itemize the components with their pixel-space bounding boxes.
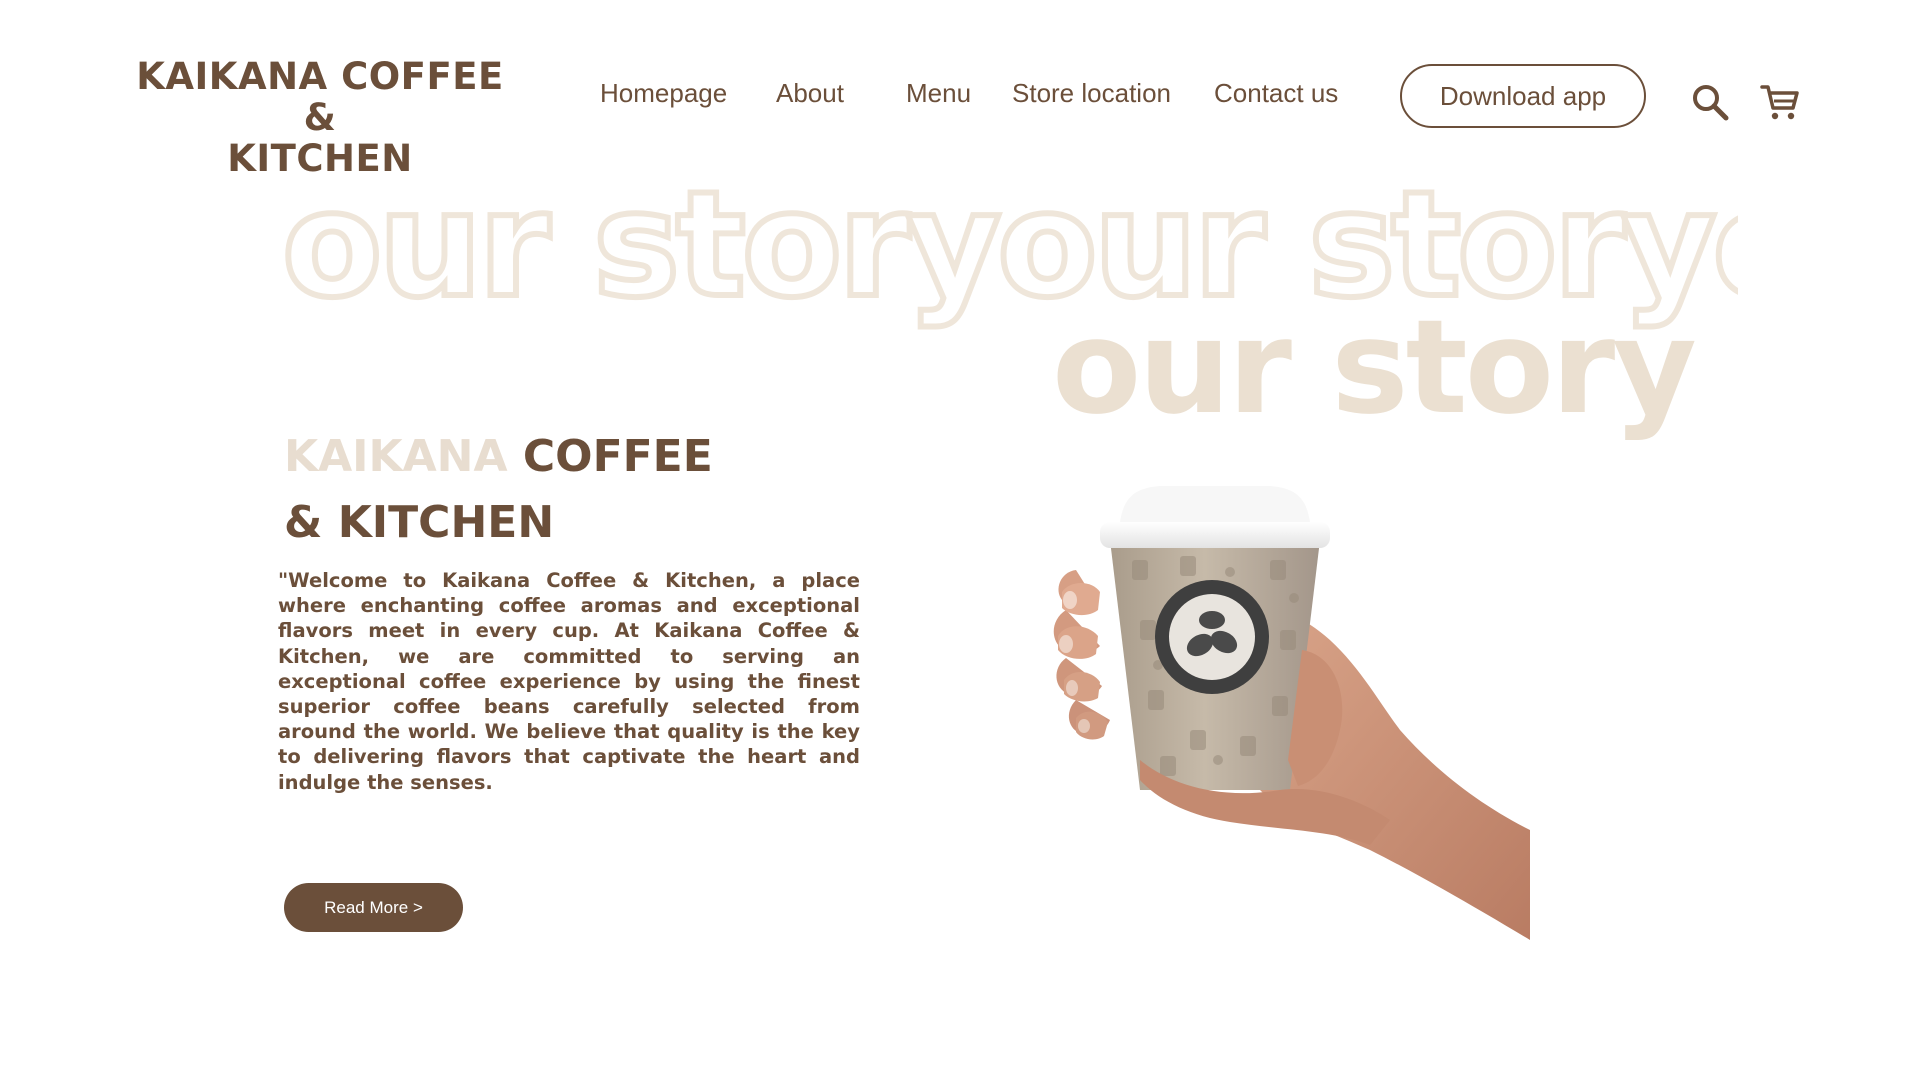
cart-icon[interactable]: [1760, 82, 1800, 122]
hero-title-line1: KAIKANA COFFEE: [284, 424, 713, 490]
nav-item-menu[interactable]: Menu: [906, 78, 971, 109]
coffee-cup-image: [1040, 460, 1530, 940]
read-more-button[interactable]: Read More >: [284, 883, 463, 932]
nav-item-store-location[interactable]: Store location: [1012, 78, 1171, 109]
download-app-button[interactable]: Download app: [1400, 64, 1646, 128]
nav-item-homepage[interactable]: Homepage: [600, 78, 727, 109]
story-heading: our story: [1052, 291, 1697, 443]
hero-title-line2: & KITCHEN: [284, 497, 555, 548]
page: KAIKANA COFFEE & KITCHEN Homepage About …: [0, 0, 1920, 1080]
nav-item-about[interactable]: About: [776, 78, 844, 109]
nav-item-contact-us[interactable]: Contact us: [1214, 78, 1338, 109]
search-icon[interactable]: [1690, 82, 1730, 122]
hero-title-coffee: COFFEE: [522, 431, 713, 482]
hero-title: KAIKANA COFFEE & KITCHEN: [284, 424, 713, 556]
hero-description: "Welcome to Kaikana Coffee & Kitchen, a …: [278, 569, 860, 794]
hero-title-kaikana: KAIKANA: [284, 431, 508, 482]
